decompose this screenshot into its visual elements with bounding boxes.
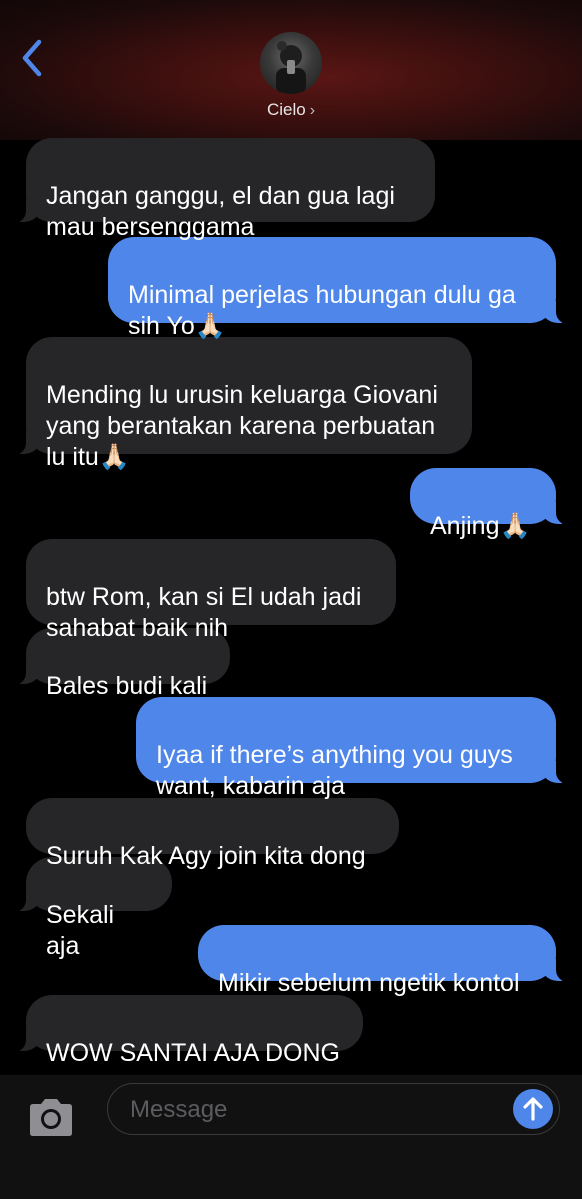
message-bubble-outgoing[interactable]: Minimal perjelas hubungan dulu ga sih Yo…: [108, 237, 570, 340]
message-bubble-incoming[interactable]: btw Rom, kan si El udah jadi sahabat bai…: [26, 539, 396, 642]
arrow-up-icon: [523, 1097, 543, 1121]
contact-name: Cielo: [266, 100, 306, 119]
message-bubble-incoming[interactable]: Mending lu urusin keluarga Giovani yang …: [12, 337, 472, 471]
contact-avatar[interactable]: [260, 32, 322, 94]
message-bubble-outgoing[interactable]: Iyaa if there’s anything you guys want, …: [136, 697, 570, 800]
message-input-placeholder: Message: [130, 1096, 228, 1123]
message-input[interactable]: Message: [107, 1083, 560, 1135]
chevron-right-icon: ›: [309, 102, 316, 119]
message-bubble-outgoing[interactable]: Anjing🙏🏻: [410, 468, 570, 540]
avatar-photo: [276, 41, 306, 94]
message-bubble-outgoing[interactable]: Mikir sebelum ngetik kontol: [198, 925, 570, 997]
camera-button[interactable]: [26, 1097, 76, 1137]
message-bubble-incoming[interactable]: Suruh Kak Agy join kita dong: [26, 798, 399, 870]
contact-name-button[interactable]: Cielo ›: [0, 100, 582, 120]
chevron-left-icon: [22, 39, 42, 77]
send-button[interactable]: [513, 1089, 553, 1129]
conversation-header: Cielo ›: [0, 0, 582, 140]
message-bubble-incoming[interactable]: Jangan ganggu, el dan gua lagi mau berse…: [12, 138, 435, 241]
back-button[interactable]: [14, 36, 50, 80]
camera-icon: [30, 1099, 72, 1136]
message-input-bar: Message: [0, 1075, 582, 1199]
message-bubble-incoming[interactable]: WOW SANTAI AJA DONG: [12, 995, 363, 1067]
